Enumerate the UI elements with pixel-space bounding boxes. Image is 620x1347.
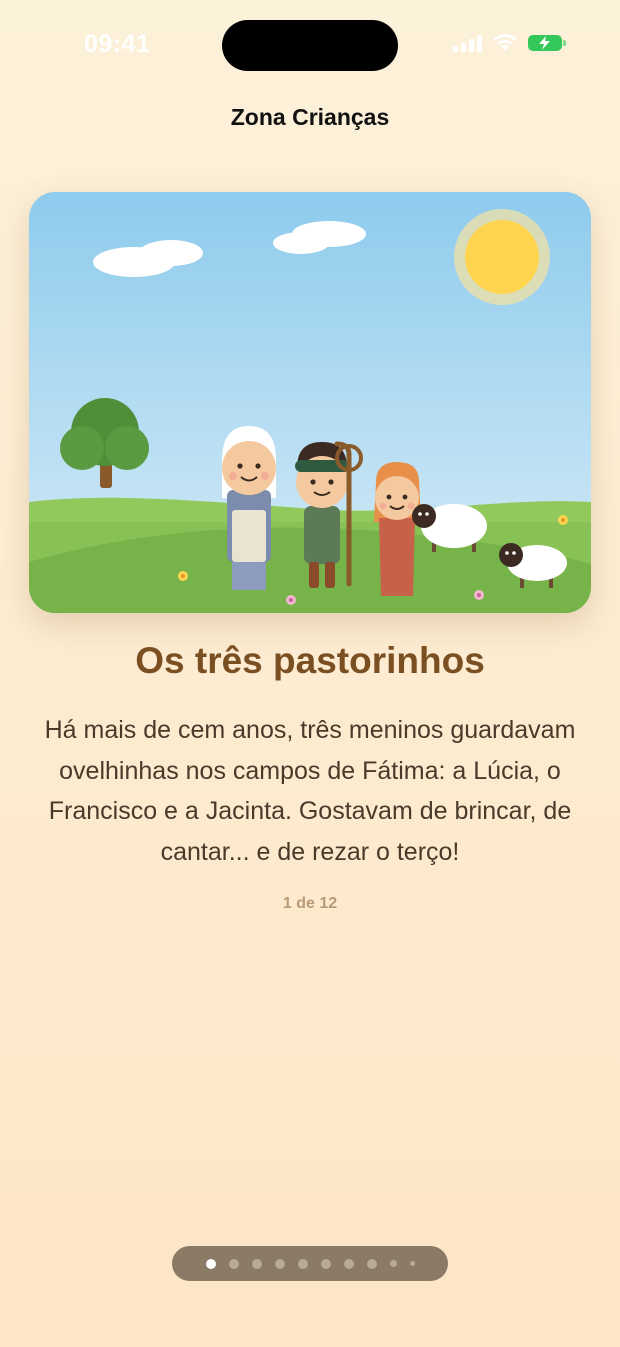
page-dot-10[interactable] — [409, 1261, 415, 1266]
page-counter: 1 de 12 — [282, 895, 338, 912]
status-time: 09:41 — [84, 30, 151, 58]
status-icons — [453, 33, 566, 52]
battery-charging-icon — [528, 34, 566, 51]
page-dot-8[interactable] — [366, 1258, 377, 1269]
sun-icon — [454, 209, 550, 305]
story-illustration — [29, 192, 591, 613]
page-dot-6[interactable] — [320, 1258, 331, 1269]
page-dot-7[interactable] — [343, 1258, 354, 1269]
dynamic-island — [222, 20, 398, 71]
page-dot-2[interactable] — [228, 1258, 239, 1269]
cellular-signal-icon — [453, 34, 482, 52]
story-text: Há mais de cem anos, três meninos guarda… — [44, 716, 576, 866]
page-dot-5[interactable] — [297, 1258, 308, 1269]
page-dot-4[interactable] — [274, 1258, 285, 1269]
story-title: Os três pastorinhos — [135, 640, 485, 681]
wifi-icon — [493, 34, 517, 51]
page-indicator[interactable] — [172, 1246, 448, 1281]
page-dot-1[interactable] — [205, 1258, 216, 1269]
status-bar: 09:41 — [0, 0, 620, 92]
page-title: Zona Crianças — [230, 104, 390, 130]
page-dot-9[interactable] — [389, 1260, 397, 1267]
page-dot-3[interactable] — [251, 1258, 262, 1269]
